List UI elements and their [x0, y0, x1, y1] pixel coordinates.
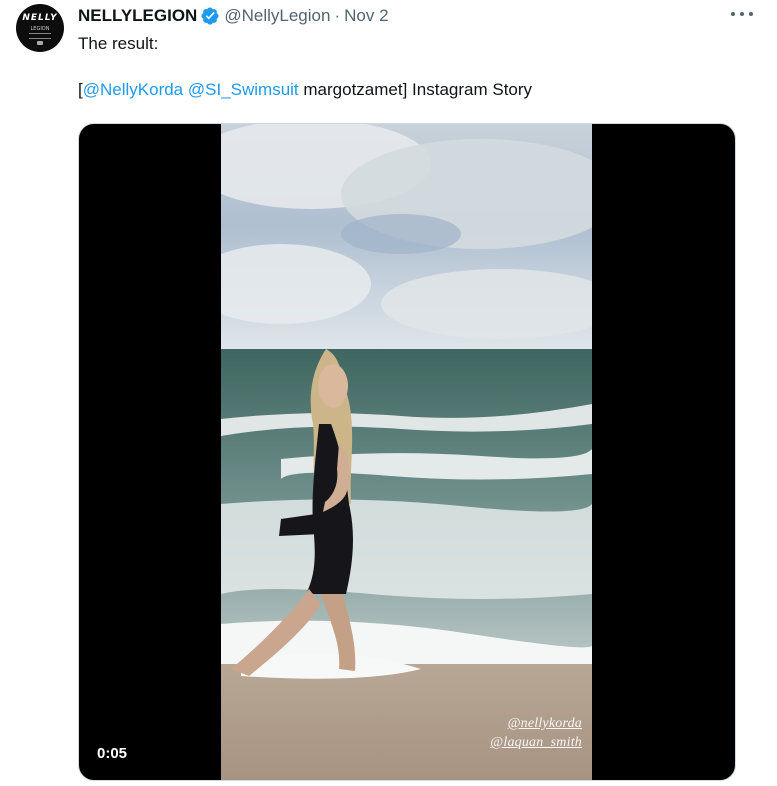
watermark-laquan-smith: @laquan_smith [490, 735, 582, 750]
video-frame[interactable]: @nellykorda @laquan_smith [221, 124, 592, 780]
more-dot [749, 12, 753, 16]
more-dot [731, 12, 735, 16]
avatar-logo-line [29, 33, 51, 34]
video-player[interactable]: @nellykorda @laquan_smith 0:05 [78, 123, 736, 781]
handle[interactable]: @NellyLegion [224, 6, 330, 26]
mention-si-swimsuit[interactable]: @SI_Swimsuit [188, 80, 299, 99]
avatar[interactable]: NELLY LEGION [16, 4, 64, 52]
more-dot [740, 12, 744, 16]
verified-badge-icon [200, 6, 220, 26]
tweet-header: NELLYLEGION @NellyLegion · Nov 2 [78, 5, 389, 27]
more-options-icon[interactable] [731, 6, 753, 22]
avatar-logo-sub: LEGION [30, 26, 50, 32]
tweet-text-line1: The result: [78, 34, 159, 53]
tweet-text-rest: margotzamet] Instagram Story [298, 80, 533, 99]
tweet-text-line2: [@NellyKorda @SI_Swimsuit margotzamet] I… [78, 78, 532, 102]
mention-nellykorda[interactable]: @NellyKorda [83, 80, 183, 99]
watermark-nellykorda: @nellykorda [507, 716, 582, 731]
tweet[interactable]: NELLY LEGION NELLYLEGION @NellyLegion · … [0, 0, 777, 786]
video-duration: 0:05 [97, 745, 128, 762]
display-name[interactable]: NELLYLEGION [78, 6, 197, 26]
avatar-logo-text: NELLY [22, 13, 58, 23]
timestamp[interactable]: Nov 2 [344, 6, 388, 26]
avatar-logo-mark [37, 41, 43, 45]
beach-photo [221, 124, 592, 780]
tweet-text: The result: [@NellyKorda @SI_Swimsuit ma… [78, 32, 532, 102]
separator-dot: · [334, 6, 341, 25]
avatar-logo-line [29, 38, 51, 39]
